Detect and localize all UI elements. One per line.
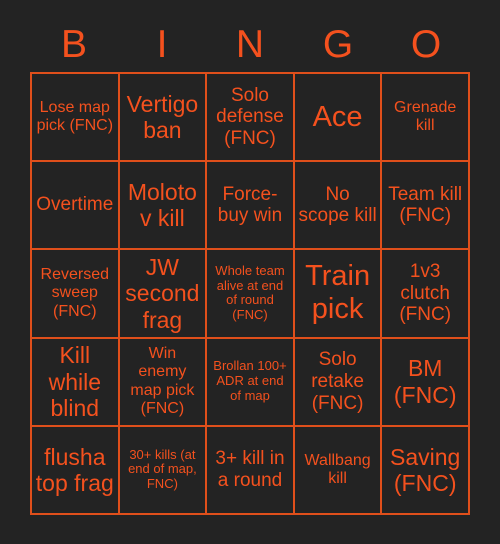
bingo-cell[interactable]: 1v3 clutch (FNC): [382, 250, 470, 339]
bingo-cell-label: Train pick: [305, 260, 371, 326]
bingo-cell[interactable]: Overtime: [32, 162, 120, 251]
bingo-cell-label: Force-buy win: [217, 183, 283, 227]
bingo-cell-label: JW second frag: [125, 254, 200, 333]
bingo-cell[interactable]: Reversed sweep (FNC): [32, 250, 120, 339]
bingo-cell-label: Solo defense (FNC): [216, 84, 284, 149]
header-letter-n: N: [235, 22, 265, 66]
bingo-cell[interactable]: Molotov kill: [119, 162, 208, 251]
bingo-cell-label: Overtime: [36, 194, 114, 216]
bingo-cell-label: Lose map pick (FNC): [36, 98, 114, 135]
bingo-cell[interactable]: Solo retake (FNC): [294, 338, 383, 427]
bingo-cell-label: Win enemy map pick (FNC): [130, 345, 195, 417]
bingo-cell[interactable]: Ace: [294, 74, 383, 163]
bingo-cell-label: Solo retake (FNC): [311, 349, 364, 414]
header-letter-g: G: [322, 22, 354, 66]
bingo-cell[interactable]: Grenade kill: [382, 74, 470, 163]
bingo-cell-label: Vertigo ban: [126, 90, 199, 144]
bingo-cell[interactable]: Solo defense (FNC): [207, 74, 295, 163]
bingo-cell[interactable]: JW second frag: [119, 250, 208, 339]
bingo-header-row: B I N G O: [30, 16, 470, 72]
bingo-cell-label: No scope kill: [298, 183, 377, 227]
bingo-cell[interactable]: Brollan 100+ ADR at end of map: [207, 338, 295, 427]
bingo-cell[interactable]: Force-buy win: [207, 162, 295, 251]
bingo-cell[interactable]: Lose map pick (FNC): [32, 74, 120, 163]
bingo-cell[interactable]: Kill while blind: [32, 338, 120, 427]
bingo-cell[interactable]: BM (FNC): [382, 338, 470, 427]
bingo-cell[interactable]: Vertigo ban: [119, 74, 208, 163]
bingo-cell[interactable]: Whole team alive at end of round (FNC): [207, 250, 295, 339]
bingo-cell[interactable]: No scope kill: [294, 162, 383, 251]
bingo-cell-label: Molotov kill: [127, 179, 197, 232]
bingo-cell-label: Saving (FNC): [390, 443, 461, 496]
bingo-cell-label: Kill while blind: [48, 342, 101, 421]
bingo-cell-label: Wallbang kill: [304, 451, 371, 487]
bingo-cell-label: flusha top frag: [35, 443, 114, 496]
bingo-cell[interactable]: Saving (FNC): [382, 426, 470, 515]
bingo-cell-label: 30+ kills (at end of map, FNC): [128, 446, 197, 492]
bingo-cell-label: Brollan 100+ ADR at end of map: [213, 358, 287, 404]
header-letter-i: I: [156, 22, 168, 66]
bingo-card: B I N G O Lose map pick (FNC) Vertigo ba…: [0, 0, 500, 544]
bingo-cell[interactable]: Wallbang kill: [294, 426, 383, 515]
bingo-cell[interactable]: Team kill (FNC): [382, 162, 470, 251]
bingo-cell-label: Reversed sweep (FNC): [40, 266, 110, 320]
bingo-cell-label: 3+ kill in a round: [215, 448, 285, 491]
bingo-grid: Lose map pick (FNC) Vertigo ban Solo def…: [30, 72, 470, 515]
header-letter-o: O: [410, 22, 442, 66]
bingo-cell[interactable]: Win enemy map pick (FNC): [119, 338, 208, 427]
bingo-cell-label: Grenade kill: [394, 98, 457, 135]
bingo-cell[interactable]: 30+ kills (at end of map, FNC): [119, 426, 208, 515]
bingo-cell[interactable]: Train pick: [294, 250, 383, 339]
bingo-cell-label: BM (FNC): [393, 355, 457, 408]
bingo-cell-label: Whole team alive at end of round (FNC): [215, 262, 285, 323]
bingo-cell-label: Ace: [312, 100, 363, 133]
header-letter-b: B: [60, 22, 87, 66]
bingo-cell-label: Team kill (FNC): [388, 183, 463, 227]
bingo-cell[interactable]: flusha top frag: [32, 426, 120, 515]
bingo-cell[interactable]: 3+ kill in a round: [207, 426, 295, 515]
bingo-cell-label: 1v3 clutch (FNC): [399, 261, 452, 326]
